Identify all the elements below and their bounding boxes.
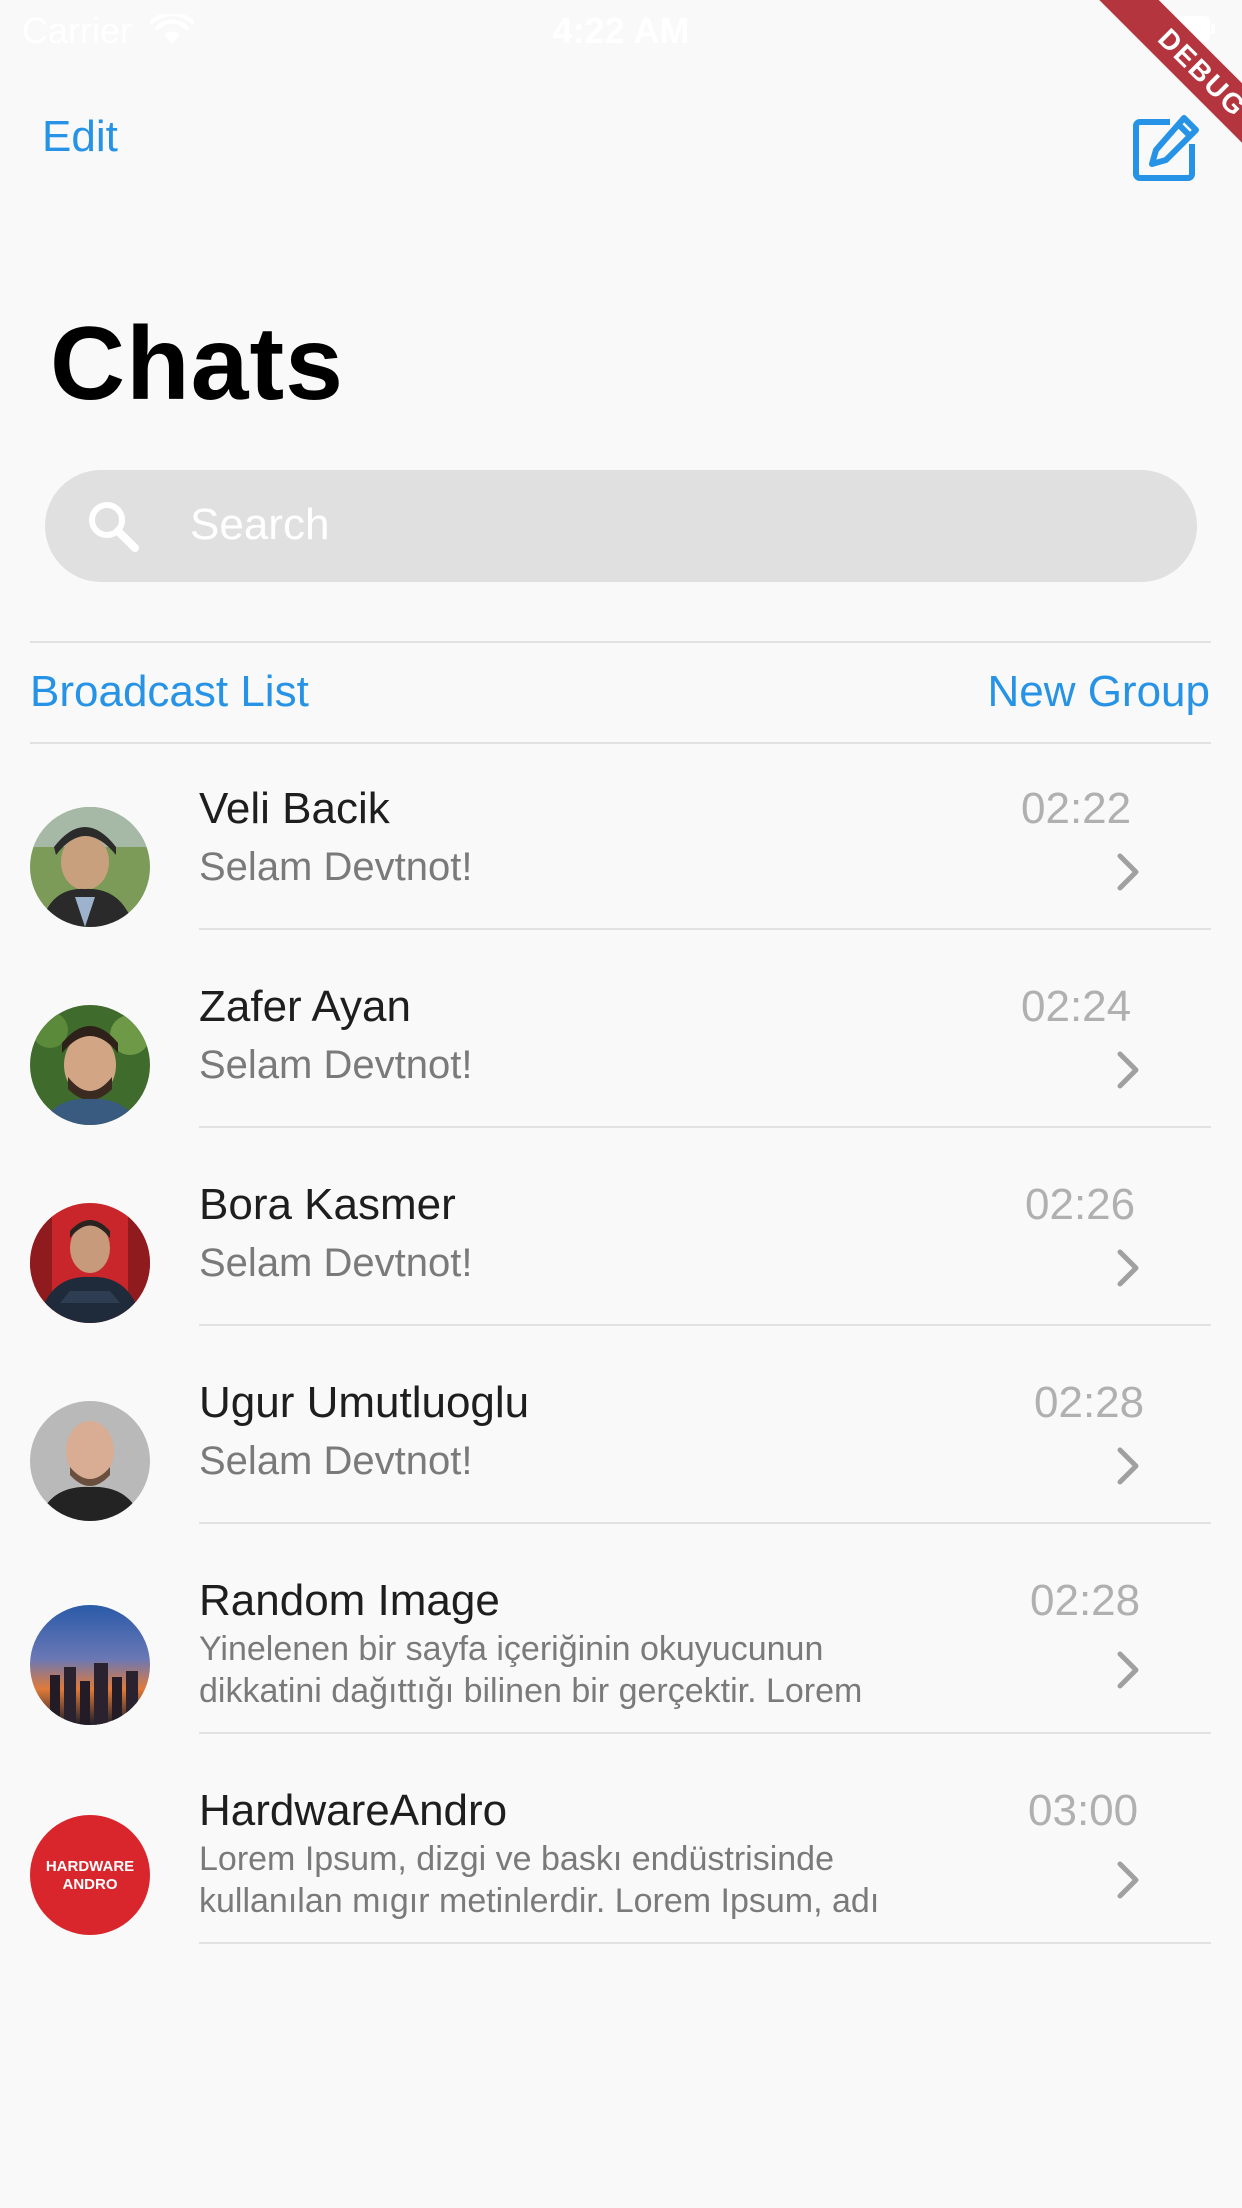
logo-text: HARDWARE: [46, 1858, 134, 1875]
status-time: 4:22 AM: [552, 10, 690, 51]
chat-item-ugur-umutluoglu[interactable]: Ugur Umutluoglu Selam Devtnot! 02:28: [0, 1354, 1242, 1524]
chat-time: 02:22: [1021, 784, 1132, 833]
avatar: [30, 1401, 150, 1521]
chevron-right-icon: [1117, 1051, 1139, 1089]
search-icon: [89, 502, 139, 552]
chat-time: 02:26: [1025, 1180, 1136, 1229]
chevron-right-icon: [1117, 853, 1139, 891]
chat-item-veli-bacik[interactable]: Veli Bacik Selam Devtnot! 02:22: [0, 760, 1242, 930]
chat-item-hardwareandro[interactable]: HARDWARE ANDRO HardwareAndro Lorem Ipsum…: [0, 1762, 1242, 1944]
search-input[interactable]: Search: [45, 470, 1197, 582]
chat-name: HardwareAndro: [199, 1786, 508, 1835]
divider: [30, 742, 1211, 744]
chat-message-line: Lorem Ipsum, dizgi ve baskı endüstrisind…: [199, 1840, 834, 1878]
chevron-right-icon: [1117, 1861, 1139, 1899]
avatar: HARDWARE ANDRO: [30, 1815, 150, 1935]
logo-text: ANDRO: [63, 1876, 118, 1893]
search-placeholder: Search: [190, 500, 330, 549]
chat-item-bora-kasmer[interactable]: Bora Kasmer Selam Devtnot! 02:26: [0, 1156, 1242, 1326]
page-title: Chats: [50, 306, 344, 422]
avatar: [30, 1005, 150, 1125]
chat-message: Selam Devtnot!: [199, 845, 473, 889]
chat-name: Veli Bacik: [199, 784, 390, 833]
divider: [199, 1732, 1211, 1734]
divider: [30, 641, 1211, 643]
divider: [199, 928, 1211, 930]
avatar-photo: [30, 1005, 150, 1125]
avatar-photo: [30, 807, 150, 927]
chat-name: Random Image: [199, 1576, 500, 1625]
chat-message: Selam Devtnot!: [199, 1043, 473, 1087]
divider: [199, 1522, 1211, 1524]
chat-time: 02:24: [1021, 982, 1132, 1031]
divider: [199, 1126, 1211, 1128]
chat-message-line: Yinelenen bir sayfa içeriğinin okuyucunu…: [199, 1630, 824, 1668]
chat-message: Yinelenen bir sayfa içeriğinin okuyucunu…: [199, 1628, 959, 1712]
chat-time: 02:28: [1030, 1576, 1141, 1625]
chevron-right-icon: [1117, 1651, 1139, 1689]
chat-name: Ugur Umutluoglu: [199, 1378, 530, 1427]
chat-name: Zafer Ayan: [199, 982, 411, 1031]
chat-message: Selam Devtnot!: [199, 1241, 473, 1285]
avatar-photo: [30, 1605, 150, 1725]
divider: [199, 1942, 1211, 1944]
avatar-photo: [30, 1203, 150, 1323]
hardwareandro-logo: HARDWARE ANDRO: [30, 1815, 150, 1935]
divider: [199, 1324, 1211, 1326]
chat-message-line: dikkatini dağıttığı bilinen bir gerçekti…: [199, 1672, 863, 1710]
status-bar: Carrier 4:22 AM: [0, 0, 1242, 60]
chat-name: Bora Kasmer: [199, 1180, 456, 1229]
new-group-button[interactable]: New Group: [987, 667, 1210, 717]
battery-icon: [1158, 16, 1215, 42]
chat-message: Selam Devtnot!: [199, 1439, 473, 1483]
avatar-photo: [30, 1401, 150, 1521]
chevron-right-icon: [1117, 1447, 1139, 1485]
compose-icon[interactable]: [1130, 114, 1200, 184]
avatar: [30, 1203, 150, 1323]
avatar: [30, 1605, 150, 1725]
avatar: [30, 807, 150, 927]
chat-time: 02:28: [1034, 1378, 1145, 1427]
broadcast-list-button[interactable]: Broadcast List: [30, 667, 309, 717]
chat-item-random-image[interactable]: Random Image Yinelenen bir sayfa içeriği…: [0, 1552, 1242, 1734]
chevron-right-icon: [1117, 1249, 1139, 1287]
chat-item-zafer-ayan[interactable]: Zafer Ayan Selam Devtnot! 02:24: [0, 958, 1242, 1128]
chat-time: 03:00: [1028, 1786, 1139, 1835]
chat-message-line: kullanılan mıgır metinlerdir. Lorem Ipsu…: [199, 1882, 880, 1920]
edit-button[interactable]: Edit: [42, 112, 118, 162]
chat-message: Lorem Ipsum, dizgi ve baskı endüstrisind…: [199, 1838, 959, 1922]
